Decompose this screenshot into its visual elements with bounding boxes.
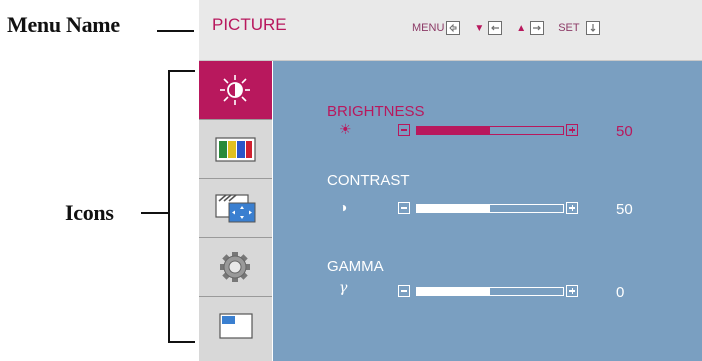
icon-sidebar bbox=[199, 61, 272, 361]
set-key-label: SET bbox=[558, 22, 580, 34]
icon-tab-picture[interactable] bbox=[199, 61, 272, 120]
icons-bracket-top bbox=[168, 70, 195, 72]
gamma-label: GAMMA bbox=[327, 258, 384, 275]
menu-exit-icon bbox=[446, 21, 461, 35]
up-triangle-icon: ▲ bbox=[516, 22, 527, 34]
brightness-slider-fill bbox=[417, 127, 490, 134]
menu-name-callout-line bbox=[157, 30, 194, 32]
window-icon bbox=[219, 313, 253, 339]
set-down-arrow-icon bbox=[585, 21, 600, 35]
left-arrow-key-icon bbox=[488, 21, 503, 35]
control-legend: MENU ▼ ▲ SET bbox=[412, 21, 600, 35]
icon-tab-window[interactable] bbox=[199, 297, 272, 356]
setup-gear-icon bbox=[220, 252, 250, 282]
gamma-slider-fill bbox=[417, 288, 490, 295]
color-bars-icon bbox=[215, 137, 256, 162]
menu-key-label: MENU bbox=[412, 22, 445, 34]
icon-tab-position[interactable] bbox=[199, 179, 272, 238]
contrast-slider-fill bbox=[417, 205, 490, 212]
brightness-slider[interactable] bbox=[416, 126, 564, 135]
contrast-value: 50 bbox=[616, 201, 633, 218]
icon-tab-color[interactable] bbox=[199, 120, 272, 179]
brightness-decrease-button[interactable] bbox=[398, 124, 410, 136]
icon-tab-setup[interactable] bbox=[199, 238, 272, 297]
icons-bracket-bottom bbox=[168, 341, 195, 343]
brightness-value: 50 bbox=[616, 123, 633, 140]
right-arrow-key-icon bbox=[530, 21, 545, 35]
screen-position-icon bbox=[215, 194, 256, 223]
brightness-sun-icon: ☀ bbox=[339, 121, 352, 137]
icons-callout: Icons bbox=[65, 200, 114, 225]
menu-bar: PICTURE MENU ▼ ▲ SET bbox=[199, 0, 702, 61]
brightness-label: BRIGHTNESS bbox=[327, 103, 425, 120]
gamma-increase-button[interactable] bbox=[566, 285, 578, 297]
icons-bracket-vertical bbox=[168, 70, 170, 343]
menu-name: PICTURE bbox=[212, 15, 287, 34]
brightness-increase-button[interactable] bbox=[566, 124, 578, 136]
osd-menu: PICTURE MENU ▼ ▲ SET BRIGHTNESS ☀ 50 CON… bbox=[199, 0, 702, 361]
settings-panel: BRIGHTNESS ☀ 50 CONTRAST ◑ 50 GAMMA γ 0 bbox=[273, 61, 702, 361]
gamma-symbol: γ bbox=[339, 280, 348, 296]
contrast-increase-button[interactable] bbox=[566, 202, 578, 214]
icons-callout-line bbox=[141, 212, 170, 214]
gamma-decrease-button[interactable] bbox=[398, 285, 410, 297]
gamma-slider[interactable] bbox=[416, 287, 564, 296]
down-triangle-icon: ▼ bbox=[474, 22, 485, 34]
contrast-label: CONTRAST bbox=[327, 172, 410, 189]
brightness-icon bbox=[220, 75, 250, 105]
gamma-value: 0 bbox=[616, 284, 625, 301]
menu-name-callout: Menu Name bbox=[7, 12, 120, 37]
contrast-icon: ◑ bbox=[339, 199, 348, 215]
contrast-decrease-button[interactable] bbox=[398, 202, 410, 214]
contrast-slider[interactable] bbox=[416, 204, 564, 213]
